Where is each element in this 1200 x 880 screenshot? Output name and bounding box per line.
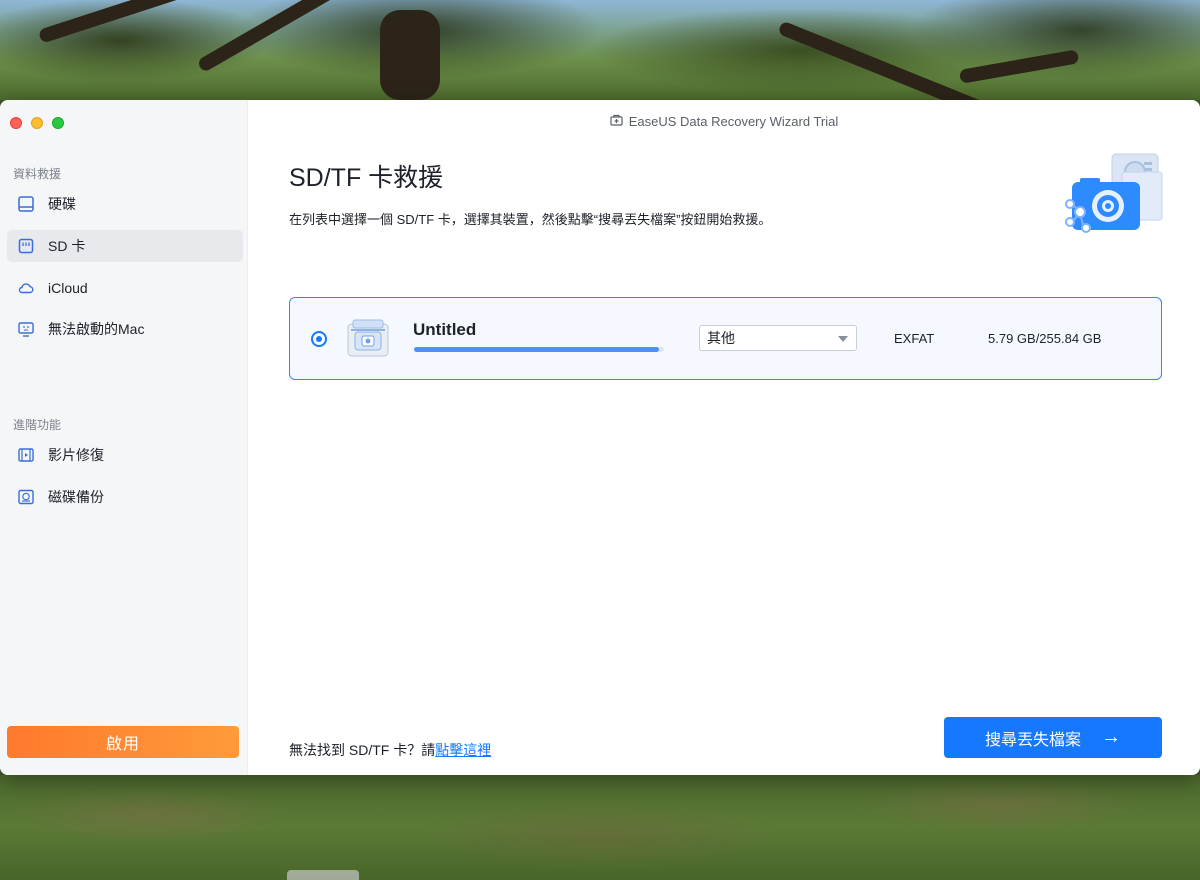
window-title: EaseUS Data Recovery Wizard Trial (248, 114, 1200, 129)
sd-card-icon (16, 236, 36, 256)
footer-help: 無法找到 SD/TF 卡？請點擊這裡 (289, 740, 491, 760)
scan-lost-files-button[interactable]: 搜尋丟失檔案 → (944, 717, 1162, 758)
sidebar-item-hard-drive[interactable]: 硬碟 (7, 188, 243, 220)
device-radio[interactable] (311, 331, 327, 347)
hard-drive-icon (16, 194, 36, 214)
sidebar-item-label: 無法啟動的Mac (48, 321, 145, 337)
arrow-right-icon: → (1101, 726, 1121, 748)
sd-recovery-illustration-icon (1060, 150, 1164, 236)
device-capacity: 5.79 GB/255.84 GB (988, 331, 1102, 346)
scan-button-label: 搜尋丟失檔案 (984, 731, 1081, 749)
page-title: SD/TF 卡救援 (289, 164, 444, 192)
sidebar-item-label: 影片修復 (48, 447, 104, 463)
device-type-select[interactable]: 其他 (699, 325, 857, 351)
desktop-tab[interactable] (287, 870, 359, 880)
sd-card-device-icon (345, 318, 391, 360)
desktop-wallpaper-top (0, 0, 1200, 131)
mac-screen-icon (16, 319, 36, 339)
sidebar-item-icloud[interactable]: iCloud (7, 272, 243, 304)
sidebar-item-label: 硬碟 (48, 196, 76, 212)
footer-help-text: 無法找到 SD/TF 卡？請 (289, 742, 436, 758)
sidebar-item-unbootable-mac[interactable]: 無法啟動的Mac (7, 313, 243, 345)
section-label-recovery: 資料救援 (13, 167, 62, 181)
device-filesystem: EXFAT (894, 331, 935, 346)
desktop-wallpaper-bottom (0, 775, 1200, 880)
section-label-advanced: 進階功能 (13, 418, 62, 432)
cloud-icon (16, 278, 36, 298)
device-type-value: 其他 (707, 330, 735, 346)
sidebar-item-label: SD 卡 (48, 238, 86, 254)
window-controls (10, 117, 64, 129)
sidebar-item-label: iCloud (48, 280, 88, 296)
disk-backup-icon (16, 487, 36, 507)
zoom-window-button[interactable] (52, 117, 64, 129)
device-usage-fill (414, 347, 659, 352)
device-name: Untitled (413, 320, 477, 339)
page-subtitle: 在列表中選擇一個 SD/TF 卡，選擇其裝置，然後點擊“搜尋丟失檔案”按鈕開始救… (289, 212, 772, 227)
chevron-down-icon (838, 336, 848, 342)
minimize-window-button[interactable] (31, 117, 43, 129)
app-window: 資料救援 硬碟 SD 卡 iCloud 無法啟動的Mac 進階功能 影片修復 磁… (0, 100, 1200, 775)
sidebar-item-sd-card[interactable]: SD 卡 (7, 230, 243, 262)
sidebar-item-video-repair[interactable]: 影片修復 (7, 439, 243, 471)
window-title-text: EaseUS Data Recovery Wizard Trial (628, 114, 839, 129)
video-repair-icon (16, 445, 36, 465)
device-row[interactable]: Untitled 其他 EXFAT 5.79 GB/255.84 GB (289, 297, 1162, 380)
sidebar-item-disk-backup[interactable]: 磁碟備份 (7, 481, 243, 513)
close-window-button[interactable] (10, 117, 22, 129)
sidebar: 資料救援 硬碟 SD 卡 iCloud 無法啟動的Mac 進階功能 影片修復 磁… (0, 100, 248, 775)
device-usage-bar (414, 347, 664, 352)
activate-button[interactable]: 啟用 (7, 726, 239, 758)
app-logo-icon (610, 114, 623, 129)
click-here-link[interactable]: 點擊這裡 (435, 742, 491, 758)
sidebar-item-label: 磁碟備份 (48, 489, 104, 505)
